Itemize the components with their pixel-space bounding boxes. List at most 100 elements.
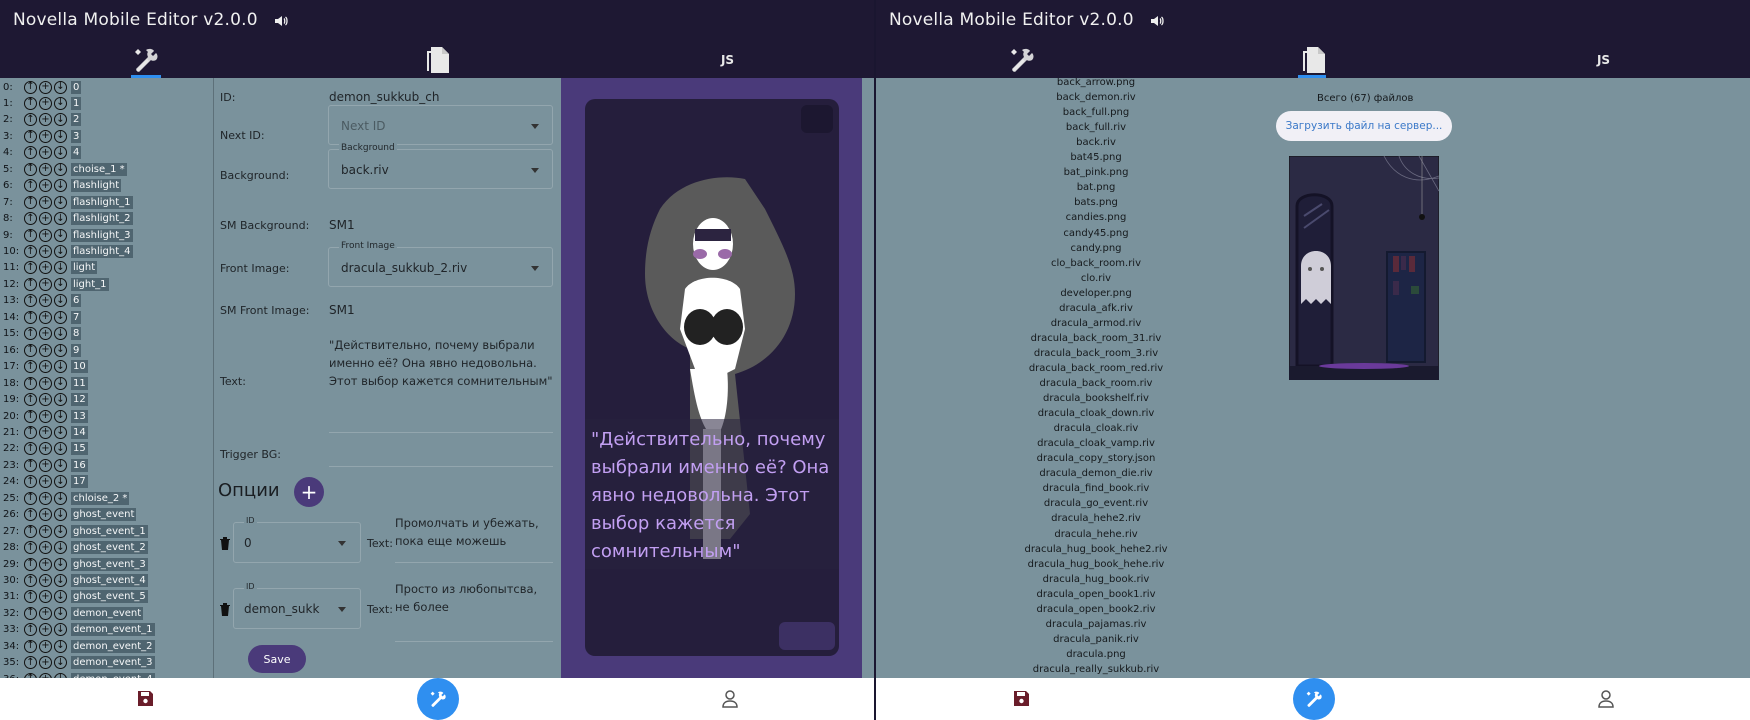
move-down-icon[interactable]: ↓ bbox=[54, 294, 67, 308]
id-list-item[interactable]: 21: ↑ + ↓ 14 bbox=[0, 424, 88, 440]
file-item[interactable]: bat45.png bbox=[1006, 152, 1186, 167]
add-after-icon[interactable]: + bbox=[39, 508, 52, 522]
move-down-icon[interactable]: ↓ bbox=[54, 129, 67, 143]
add-after-icon[interactable]: + bbox=[39, 162, 52, 176]
move-down-icon[interactable]: ↓ bbox=[54, 212, 67, 226]
add-after-icon[interactable]: + bbox=[39, 425, 52, 439]
id-list-label[interactable]: demon_event_3 bbox=[71, 656, 155, 670]
volume-icon[interactable] bbox=[272, 12, 290, 30]
id-list-item[interactable]: 24: ↑ + ↓ 17 bbox=[0, 474, 88, 490]
file-list[interactable]: back_arrow.png back_demon.riv back_full.pn… bbox=[876, 78, 1316, 678]
move-up-icon[interactable]: ↑ bbox=[24, 475, 37, 489]
file-item[interactable]: dracula_find_book.riv bbox=[1006, 483, 1186, 498]
id-list-label[interactable]: ghost_event_1 bbox=[71, 524, 148, 538]
id-list-item[interactable]: 23: ↑ + ↓ 16 bbox=[0, 457, 88, 473]
move-up-icon[interactable]: ↑ bbox=[24, 343, 37, 357]
file-item[interactable]: bat_pink.png bbox=[1006, 167, 1186, 182]
add-after-icon[interactable]: + bbox=[39, 113, 52, 127]
add-after-icon[interactable]: + bbox=[39, 212, 52, 226]
file-item[interactable]: dracula_hug_book.riv bbox=[1006, 574, 1186, 589]
id-list-item[interactable]: 33: ↑ + ↓ demon_event_1 bbox=[0, 622, 155, 638]
id-list-label[interactable]: 15 bbox=[71, 442, 88, 456]
tab-files[interactable] bbox=[1167, 42, 1458, 78]
file-item[interactable]: bat.png bbox=[1006, 182, 1186, 197]
move-up-icon[interactable]: ↑ bbox=[24, 261, 37, 275]
move-down-icon[interactable]: ↓ bbox=[54, 508, 67, 522]
add-after-icon[interactable]: + bbox=[39, 393, 52, 407]
menu-button[interactable] bbox=[801, 105, 833, 133]
move-up-icon[interactable]: ↑ bbox=[24, 195, 37, 209]
file-item[interactable]: dracula_open_book1.riv bbox=[1006, 589, 1186, 604]
tab-editor[interactable] bbox=[0, 42, 291, 78]
id-list-label[interactable]: 12 bbox=[71, 393, 88, 407]
move-up-icon[interactable]: ↑ bbox=[24, 541, 37, 555]
file-item[interactable]: dracula_back_room_3.riv bbox=[1006, 348, 1186, 363]
file-item[interactable]: back_arrow.png bbox=[1006, 78, 1186, 92]
file-item[interactable]: dracula_armod.riv bbox=[1006, 318, 1186, 333]
file-item[interactable]: clo_back_room.riv bbox=[1006, 258, 1186, 273]
id-list-label[interactable]: 13 bbox=[71, 409, 88, 423]
id-list-label[interactable]: flashlight_3 bbox=[71, 228, 133, 242]
move-down-icon[interactable]: ↓ bbox=[54, 590, 67, 604]
move-down-icon[interactable]: ↓ bbox=[54, 261, 67, 275]
id-list-label[interactable]: 4 bbox=[71, 146, 82, 160]
id-list-label[interactable]: ghost_event_3 bbox=[71, 557, 148, 571]
move-up-icon[interactable]: ↑ bbox=[24, 277, 37, 291]
file-item[interactable]: dracula_pajamas.riv bbox=[1006, 619, 1186, 634]
move-up-icon[interactable]: ↑ bbox=[24, 557, 37, 571]
move-up-icon[interactable]: ↑ bbox=[24, 212, 37, 226]
add-after-icon[interactable]: + bbox=[39, 96, 52, 110]
id-list-item[interactable]: 8: ↑ + ↓ flashlight_2 bbox=[0, 211, 133, 227]
id-list-item[interactable]: 32: ↑ + ↓ demon_event bbox=[0, 605, 144, 621]
id-list-item[interactable]: 5: ↑ + ↓ choise_1 * bbox=[0, 161, 127, 177]
move-down-icon[interactable]: ↓ bbox=[54, 343, 67, 357]
file-item[interactable]: dracula_hehe.riv bbox=[1006, 529, 1186, 544]
file-item[interactable]: clo.riv bbox=[1006, 273, 1186, 288]
file-item[interactable]: dracula_go_event.riv bbox=[1006, 498, 1186, 513]
file-item[interactable]: dracula_cloak_down.riv bbox=[1006, 408, 1186, 423]
add-after-icon[interactable]: + bbox=[39, 228, 52, 242]
move-down-icon[interactable]: ↓ bbox=[54, 458, 67, 472]
add-after-icon[interactable]: + bbox=[39, 277, 52, 291]
add-after-icon[interactable]: + bbox=[39, 129, 52, 143]
move-up-icon[interactable]: ↑ bbox=[24, 458, 37, 472]
save-icon[interactable] bbox=[1013, 690, 1030, 707]
id-list-label[interactable]: 3 bbox=[71, 129, 82, 143]
file-item[interactable]: dracula_bookshelf.riv bbox=[1006, 393, 1186, 408]
move-down-icon[interactable]: ↓ bbox=[54, 277, 67, 291]
id-list-item[interactable]: 10: ↑ + ↓ flashlight_4 bbox=[0, 244, 133, 260]
file-item[interactable]: back.riv bbox=[1006, 137, 1186, 152]
id-list-item[interactable]: 3: ↑ + ↓ 3 bbox=[0, 128, 82, 144]
move-down-icon[interactable]: ↓ bbox=[54, 656, 67, 670]
id-list-label[interactable]: 11 bbox=[71, 376, 88, 390]
id-list-label[interactable]: 8 bbox=[71, 327, 82, 341]
id-list-item[interactable]: 34: ↑ + ↓ demon_event_2 bbox=[0, 638, 155, 654]
id-list-item[interactable]: 4: ↑ + ↓ 4 bbox=[0, 145, 82, 161]
move-down-icon[interactable]: ↓ bbox=[54, 327, 67, 341]
id-list-item[interactable]: 31: ↑ + ↓ ghost_event_5 bbox=[0, 589, 148, 605]
file-item[interactable]: back_full.png bbox=[1006, 107, 1186, 122]
add-after-icon[interactable]: + bbox=[39, 639, 52, 653]
file-item[interactable]: dracula_cloak_vamp.riv bbox=[1006, 438, 1186, 453]
add-option-button[interactable]: + bbox=[294, 477, 324, 507]
add-after-icon[interactable]: + bbox=[39, 360, 52, 374]
move-up-icon[interactable]: ↑ bbox=[24, 574, 37, 587]
sm-background-value[interactable]: SM1 bbox=[329, 218, 355, 232]
file-item[interactable]: candy45.png bbox=[1006, 228, 1186, 243]
file-item[interactable]: dracula_afk.riv bbox=[1006, 303, 1186, 318]
user-icon[interactable] bbox=[721, 689, 739, 708]
move-up-icon[interactable]: ↑ bbox=[24, 310, 37, 324]
editor-fab[interactable] bbox=[417, 678, 459, 720]
file-item[interactable]: back_demon.riv bbox=[1006, 92, 1186, 107]
move-up-icon[interactable]: ↑ bbox=[24, 162, 37, 176]
option-text-field[interactable]: Просто из любопытсва, не более bbox=[395, 580, 555, 616]
id-list-item[interactable]: 7: ↑ + ↓ flashlight_1 bbox=[0, 194, 133, 210]
id-list-label[interactable]: ghost_event_2 bbox=[71, 541, 148, 555]
move-down-icon[interactable]: ↓ bbox=[54, 228, 67, 242]
id-list-item[interactable]: 12: ↑ + ↓ light_1 bbox=[0, 276, 109, 292]
move-down-icon[interactable]: ↓ bbox=[54, 557, 67, 571]
sm-front-image-value[interactable]: SM1 bbox=[329, 303, 355, 317]
move-up-icon[interactable]: ↑ bbox=[24, 639, 37, 653]
id-list-label[interactable]: light bbox=[71, 261, 98, 275]
add-after-icon[interactable]: + bbox=[39, 442, 52, 456]
